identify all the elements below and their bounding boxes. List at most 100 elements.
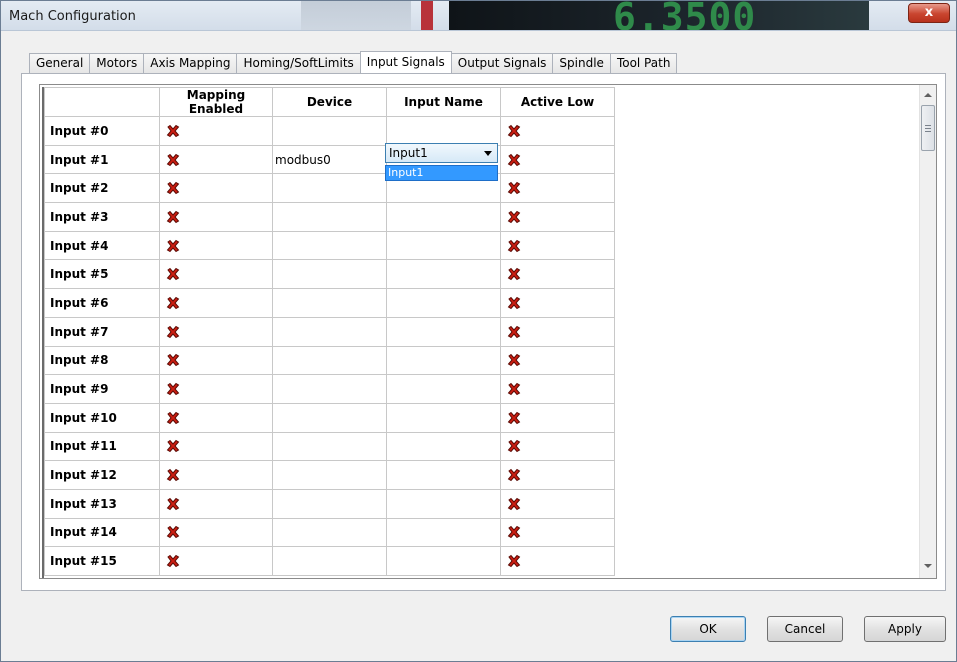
red-x-icon[interactable] <box>501 497 614 511</box>
mapping-enabled-cell[interactable] <box>159 345 273 376</box>
red-x-icon[interactable] <box>160 210 272 224</box>
device-cell[interactable] <box>272 202 387 232</box>
mapping-enabled-cell[interactable] <box>159 460 273 490</box>
scroll-up-icon[interactable] <box>924 93 932 97</box>
active-low-cell[interactable] <box>500 402 615 433</box>
red-x-icon[interactable] <box>160 439 272 453</box>
input-name-dropdown[interactable]: Input1 <box>385 143 498 163</box>
red-x-icon[interactable] <box>501 525 614 539</box>
input-name-cell[interactable] <box>386 316 501 347</box>
active-low-cell[interactable] <box>500 230 615 261</box>
active-low-cell[interactable] <box>500 316 615 347</box>
active-low-cell[interactable] <box>500 488 615 519</box>
mapping-enabled-cell[interactable] <box>159 144 273 175</box>
mapping-enabled-cell[interactable] <box>159 173 273 204</box>
scroll-down-icon[interactable] <box>924 564 932 568</box>
active-low-cell[interactable] <box>500 431 615 462</box>
input-name-cell[interactable] <box>386 116 501 146</box>
input-name-cell[interactable] <box>386 402 501 433</box>
input-name-cell[interactable] <box>386 488 501 519</box>
red-x-icon[interactable] <box>160 124 272 138</box>
tab-spindle[interactable]: Spindle <box>552 53 611 73</box>
tab-motors[interactable]: Motors <box>89 53 145 73</box>
mapping-enabled-cell[interactable] <box>159 116 273 146</box>
red-x-icon[interactable] <box>501 325 614 339</box>
input-name-cell[interactable] <box>386 374 501 404</box>
active-low-cell[interactable] <box>500 202 615 232</box>
red-x-icon[interactable] <box>160 525 272 539</box>
red-x-icon[interactable] <box>501 153 614 167</box>
device-cell[interactable] <box>272 488 387 519</box>
active-low-cell[interactable] <box>500 517 615 548</box>
red-x-icon[interactable] <box>501 210 614 224</box>
scrollbar-thumb[interactable] <box>921 105 935 151</box>
red-x-icon[interactable] <box>501 181 614 195</box>
apply-button[interactable]: Apply <box>864 616 946 642</box>
mapping-enabled-cell[interactable] <box>159 431 273 462</box>
input-name-cell[interactable] <box>386 230 501 261</box>
red-x-icon[interactable] <box>501 239 614 253</box>
device-cell[interactable] <box>272 460 387 490</box>
red-x-icon[interactable] <box>501 296 614 310</box>
device-cell[interactable] <box>272 431 387 462</box>
device-cell[interactable] <box>272 288 387 318</box>
mapping-enabled-cell[interactable] <box>159 230 273 261</box>
red-x-icon[interactable] <box>501 382 614 396</box>
red-x-icon[interactable] <box>501 468 614 482</box>
active-low-cell[interactable] <box>500 546 615 576</box>
close-button[interactable]: x <box>908 3 950 23</box>
red-x-icon[interactable] <box>160 325 272 339</box>
red-x-icon[interactable] <box>160 296 272 310</box>
active-low-cell[interactable] <box>500 460 615 490</box>
input-name-cell[interactable] <box>386 259 501 290</box>
device-cell[interactable] <box>272 402 387 433</box>
red-x-icon[interactable] <box>160 153 272 167</box>
mapping-enabled-cell[interactable] <box>159 488 273 519</box>
device-cell[interactable] <box>272 345 387 376</box>
input-name-cell[interactable] <box>386 431 501 462</box>
active-low-cell[interactable] <box>500 374 615 404</box>
input-name-cell[interactable] <box>386 460 501 490</box>
active-low-cell[interactable] <box>500 345 615 376</box>
tab-general[interactable]: General <box>29 53 91 73</box>
active-low-cell[interactable] <box>500 288 615 318</box>
red-x-icon[interactable] <box>160 239 272 253</box>
device-cell[interactable] <box>272 259 387 290</box>
mapping-enabled-cell[interactable] <box>159 259 273 290</box>
device-cell[interactable] <box>272 517 387 548</box>
device-cell[interactable]: modbus0 <box>272 144 387 175</box>
input-name-cell[interactable] <box>386 202 501 232</box>
tab-axis-mapping[interactable]: Axis Mapping <box>143 53 238 73</box>
tab-input-signals[interactable]: Input Signals <box>359 51 452 73</box>
red-x-icon[interactable] <box>501 124 614 138</box>
red-x-icon[interactable] <box>160 497 272 511</box>
dropdown-option[interactable]: Input1 <box>388 166 423 179</box>
cancel-button[interactable]: Cancel <box>767 616 843 642</box>
active-low-cell[interactable] <box>500 173 615 204</box>
mapping-enabled-cell[interactable] <box>159 202 273 232</box>
tab-output-signals[interactable]: Output Signals <box>450 53 554 73</box>
active-low-cell[interactable] <box>500 116 615 146</box>
input-name-cell[interactable] <box>386 546 501 576</box>
device-cell[interactable] <box>272 546 387 576</box>
ok-button[interactable]: OK <box>670 616 746 642</box>
mapping-enabled-cell[interactable] <box>159 374 273 404</box>
device-cell[interactable] <box>272 374 387 404</box>
device-cell[interactable] <box>272 316 387 347</box>
red-x-icon[interactable] <box>160 353 272 367</box>
vertical-scrollbar[interactable] <box>919 85 936 578</box>
red-x-icon[interactable] <box>501 267 614 281</box>
mapping-enabled-cell[interactable] <box>159 546 273 576</box>
red-x-icon[interactable] <box>501 554 614 568</box>
device-cell[interactable] <box>272 230 387 261</box>
red-x-icon[interactable] <box>501 353 614 367</box>
active-low-cell[interactable] <box>500 144 615 175</box>
tab-homing-softlimits[interactable]: Homing/SoftLimits <box>236 53 361 73</box>
device-cell[interactable] <box>272 173 387 204</box>
mapping-enabled-cell[interactable] <box>159 316 273 347</box>
mapping-enabled-cell[interactable] <box>159 288 273 318</box>
red-x-icon[interactable] <box>160 554 272 568</box>
tab-tool-path[interactable]: Tool Path <box>609 53 678 73</box>
device-cell[interactable] <box>272 116 387 146</box>
red-x-icon[interactable] <box>501 439 614 453</box>
